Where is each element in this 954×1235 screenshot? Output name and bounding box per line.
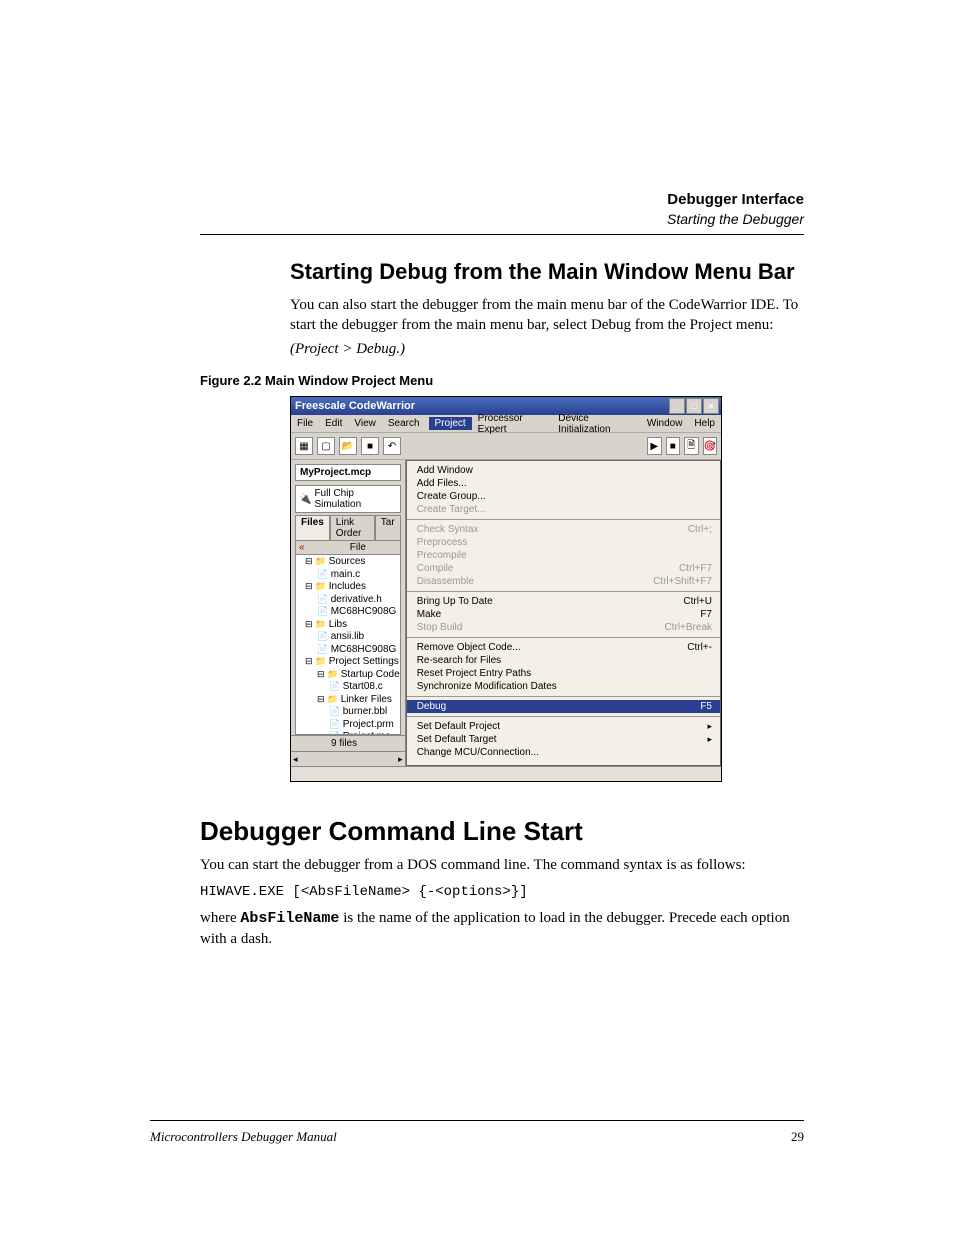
project-name[interactable]: MyProject.mcp [295, 464, 401, 481]
build-target-selector[interactable]: 🔌 Full Chip Simulation [295, 485, 401, 513]
tree-file-derivative-h[interactable]: derivative.h [297, 594, 400, 607]
section1-menu-path: (Project > Debug.) [290, 339, 804, 359]
tree-file-mc68hc908g[interactable]: MC68HC908G [297, 644, 400, 657]
menu-item-check-syntax: Check SyntaxCtrl+; [407, 523, 720, 536]
status-strip [291, 766, 721, 781]
run-icon[interactable]: ▶ [647, 437, 662, 455]
tree-folder-libs[interactable]: Libs [297, 619, 400, 632]
target-icon[interactable]: 🎯 [703, 437, 718, 455]
menu-item-add-files[interactable]: Add Files... [407, 477, 720, 490]
new-icon[interactable]: ▦ [295, 437, 313, 455]
footer-manual-title: Microcontrollers Debugger Manual [150, 1129, 337, 1145]
tree-file-project-prm[interactable]: Project.prm [297, 719, 400, 732]
window-title: Freescale CodeWarrior [295, 400, 415, 412]
tab-tar[interactable]: Tar [375, 515, 401, 540]
page-footer: Microcontrollers Debugger Manual 29 [150, 1120, 804, 1145]
tree-folder-startup-code[interactable]: Startup Code [297, 669, 400, 682]
menu-file[interactable]: File [291, 417, 319, 430]
sheet-icon[interactable]: 🗎 [684, 437, 699, 455]
section-heading-cmdline: Debugger Command Line Start [200, 816, 804, 847]
section2-para2: where AbsFileName is the name of the app… [200, 908, 804, 950]
menu-search[interactable]: Search [382, 417, 426, 430]
tree-file-start08-c[interactable]: Start08.c [297, 681, 400, 694]
menu-item-reset-project-entry-paths[interactable]: Reset Project Entry Paths [407, 667, 720, 680]
undo-icon[interactable]: ↶ [383, 437, 401, 455]
header-rule [200, 234, 804, 235]
horizontal-scrollbar[interactable]: ◂▸ [291, 751, 405, 766]
file-count: 9 files [291, 735, 405, 751]
page-header-subtitle: Starting the Debugger [200, 210, 804, 228]
menu-item-remove-object-code[interactable]: Remove Object Code...Ctrl+- [407, 641, 720, 654]
menu-edit[interactable]: Edit [319, 417, 348, 430]
maximize-button[interactable]: □ [686, 398, 702, 414]
tree-file-ansii-lib[interactable]: ansii.lib [297, 631, 400, 644]
menu-project[interactable]: Project [429, 417, 472, 430]
menubar: FileEditViewSearchProjectProcessor Exper… [291, 415, 721, 433]
save-icon[interactable]: ■ [361, 437, 379, 455]
toolbar: ▦ ▢ 📂 ■ ↶ ▶ ■ 🗎 🎯 [291, 433, 721, 460]
figure-caption: Figure 2.2 Main Window Project Menu [200, 373, 804, 388]
menu-item-disassemble: DisassembleCtrl+Shift+F7 [407, 575, 720, 588]
open-icon[interactable]: ▢ [317, 437, 335, 455]
menu-item-compile: CompileCtrl+F7 [407, 562, 720, 575]
tree-folder-project-settings[interactable]: Project Settings [297, 656, 400, 669]
tab-link-order[interactable]: Link Order [330, 515, 375, 540]
page-header-title: Debugger Interface [200, 190, 804, 210]
tree-file-burner-bbl[interactable]: burner.bbl [297, 706, 400, 719]
project-pane: MyProject.mcp 🔌 Full Chip Simulation Fil… [291, 460, 406, 766]
tree-file-mc68hc908g[interactable]: MC68HC908G [297, 606, 400, 619]
minimize-button[interactable]: _ [669, 398, 685, 414]
menu-item-synchronize-modification-dates[interactable]: Synchronize Modification Dates [407, 680, 720, 693]
menu-item-debug[interactable]: DebugF5 [407, 700, 720, 713]
footer-page-number: 29 [791, 1129, 804, 1145]
menu-item-bring-up-to-date[interactable]: Bring Up To DateCtrl+U [407, 595, 720, 608]
menu-item-set-default-project[interactable]: Set Default Project [407, 720, 720, 733]
close-button[interactable]: × [703, 398, 719, 414]
menu-device-initialization[interactable]: Device Initialization [552, 412, 641, 436]
section1-paragraph: You can also start the debugger from the… [290, 295, 804, 336]
menu-item-set-default-target[interactable]: Set Default Target [407, 733, 720, 746]
project-tabs: FilesLink OrderTar [295, 515, 401, 540]
command-syntax: HIWAVE.EXE [<AbsFileName> {-<options>}] [200, 884, 804, 900]
menu-item-preprocess: Preprocess [407, 536, 720, 549]
file-tree[interactable]: Sourcesmain.cIncludesderivative.hMC68HC9… [295, 555, 401, 735]
menu-item-add-window[interactable]: Add Window [407, 464, 720, 477]
menu-item-create-target: Create Target... [407, 503, 720, 516]
menu-help[interactable]: Help [688, 417, 721, 430]
menu-processor-expert[interactable]: Processor Expert [472, 412, 553, 436]
section2-para1: You can start the debugger from a DOS co… [200, 855, 804, 875]
file-column-header: « File [295, 540, 401, 555]
tree-folder-includes[interactable]: Includes [297, 581, 400, 594]
target-chip-icon: 🔌 [299, 494, 311, 505]
menu-item-stop-build: Stop BuildCtrl+Break [407, 621, 720, 634]
build-target-label: Full Chip Simulation [314, 488, 396, 510]
screenshot-window: Freescale CodeWarrior _ □ × FileEditView… [290, 396, 722, 782]
menu-item-re-search-for-files[interactable]: Re-search for Files [407, 654, 720, 667]
menu-item-precompile: Precompile [407, 549, 720, 562]
tab-files[interactable]: Files [295, 515, 330, 540]
stop-icon[interactable]: ■ [666, 437, 681, 455]
tree-file-main-c[interactable]: main.c [297, 569, 400, 582]
menu-view[interactable]: View [348, 417, 382, 430]
folder-icon[interactable]: 📂 [339, 437, 357, 455]
project-menu-dropdown: Add WindowAdd Files...Create Group...Cre… [406, 460, 721, 766]
menu-item-create-group[interactable]: Create Group... [407, 490, 720, 503]
tree-folder-linker-files[interactable]: Linker Files [297, 694, 400, 707]
menu-window[interactable]: Window [641, 417, 689, 430]
menu-item-change-mcu-connection[interactable]: Change MCU/Connection... [407, 746, 720, 759]
menu-item-make[interactable]: MakeF7 [407, 608, 720, 621]
tree-folder-sources[interactable]: Sources [297, 556, 400, 569]
section-heading-start-debug: Starting Debug from the Main Window Menu… [290, 259, 804, 285]
